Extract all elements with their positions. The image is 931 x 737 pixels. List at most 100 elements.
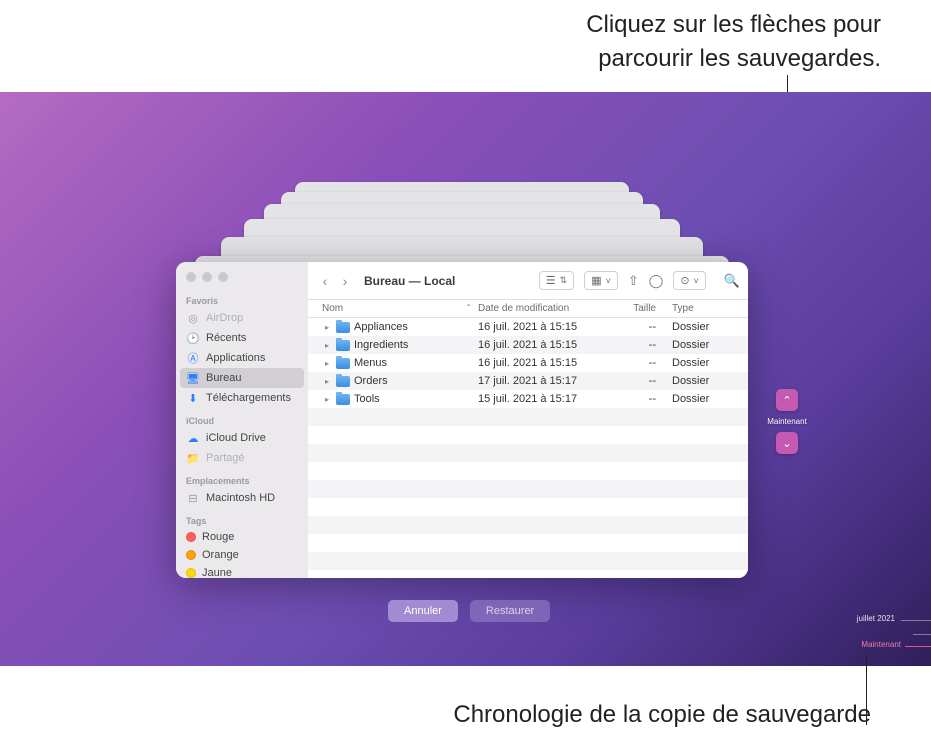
tag-button[interactable]: ◯ xyxy=(649,273,664,289)
sidebar-item-icloud-drive[interactable]: ☁ iCloud Drive xyxy=(176,428,308,448)
desktop-icon: 🖥 xyxy=(186,371,200,385)
back-button[interactable]: ‹ xyxy=(316,272,334,290)
sidebar: Favoris ◎ AirDrop 🕑 Récents Ⓐ Applicatio… xyxy=(176,262,308,578)
previous-backup-button[interactable]: ⌃ xyxy=(776,389,798,411)
row-date: 16 juil. 2021 à 15:15 xyxy=(478,339,608,351)
clock-icon: 🕑 xyxy=(186,331,200,345)
backup-timeline[interactable]: juillet 2021 Maintenant xyxy=(861,602,931,652)
tag-icon: ◯ xyxy=(649,273,664,289)
table-row[interactable]: ▸Appliances 16 juil. 2021 à 15:15 -- Dos… xyxy=(308,318,748,336)
close-button[interactable] xyxy=(186,272,196,282)
row-size: -- xyxy=(608,321,664,333)
row-type: Dossier xyxy=(664,357,748,369)
cloud-icon: ☁ xyxy=(186,431,200,445)
sidebar-item-bureau[interactable]: 🖥 Bureau xyxy=(180,368,304,388)
table-row[interactable]: ▸Tools 15 juil. 2021 à 15:17 -- Dossier xyxy=(308,390,748,408)
search-icon: 🔍 xyxy=(724,273,740,289)
disclosure-icon[interactable]: ▸ xyxy=(322,377,332,386)
toolbar-nav: ‹ › xyxy=(316,272,354,290)
disclosure-icon[interactable]: ▸ xyxy=(322,359,332,368)
row-size: -- xyxy=(608,375,664,387)
cancel-button[interactable]: Annuler xyxy=(388,600,458,622)
airdrop-icon: ◎ xyxy=(186,311,200,325)
applications-icon: Ⓐ xyxy=(186,351,200,365)
sidebar-item-label: Jaune xyxy=(202,567,232,578)
toolbar: ‹ › Bureau — Local ☰ ⇅ ▦ ˅ ⇧ xyxy=(308,262,748,300)
row-size: -- xyxy=(608,393,664,405)
list-body: ▸Appliances 16 juil. 2021 à 15:15 -- Dos… xyxy=(308,318,748,578)
maximize-button[interactable] xyxy=(218,272,228,282)
empty-row xyxy=(308,552,748,570)
empty-row xyxy=(308,480,748,498)
chevron-down-icon: ˅ xyxy=(606,276,611,286)
next-backup-button[interactable]: ⌄ xyxy=(776,432,798,454)
empty-row xyxy=(308,498,748,516)
share-icon: ⇧ xyxy=(628,273,639,289)
timeline-tick xyxy=(913,634,931,635)
timeline-tick xyxy=(901,620,931,621)
restore-button[interactable]: Restaurer xyxy=(470,600,550,622)
empty-rows xyxy=(308,408,748,570)
timeline-month-label: juillet 2021 xyxy=(857,614,895,623)
row-type: Dossier xyxy=(664,339,748,351)
sidebar-item-applications[interactable]: Ⓐ Applications xyxy=(176,348,308,368)
traffic-lights xyxy=(176,268,308,290)
column-header-date[interactable]: Date de modification xyxy=(478,303,608,314)
table-row[interactable]: ▸Ingredients 16 juil. 2021 à 15:15 -- Do… xyxy=(308,336,748,354)
sidebar-item-macintosh-hd[interactable]: ⊟ Macintosh HD xyxy=(176,488,308,508)
folder-icon xyxy=(336,322,350,333)
caption-top: Cliquez sur les flèches pour parcourir l… xyxy=(0,8,881,75)
sidebar-item-label: Récents xyxy=(206,332,246,344)
sidebar-heading-favorites: Favoris xyxy=(176,292,308,308)
sidebar-item-tag-yellow[interactable]: Jaune xyxy=(176,564,308,578)
chevron-down-icon: ⌄ xyxy=(782,437,791,450)
sidebar-item-shared[interactable]: 📁 Partagé xyxy=(176,448,308,468)
minimize-button[interactable] xyxy=(202,272,212,282)
sidebar-item-label: Rouge xyxy=(202,531,234,543)
row-size: -- xyxy=(608,357,664,369)
folder-icon xyxy=(336,394,350,405)
forward-button[interactable]: › xyxy=(336,272,354,290)
sidebar-item-airdrop[interactable]: ◎ AirDrop xyxy=(176,308,308,328)
sidebar-heading-icloud: iCloud xyxy=(176,412,308,428)
desktop-background: Favoris ◎ AirDrop 🕑 Récents Ⓐ Applicatio… xyxy=(0,92,931,666)
sidebar-item-tag-red[interactable]: Rouge xyxy=(176,528,308,546)
share-button[interactable]: ⇧ xyxy=(628,273,639,289)
search-button[interactable]: 🔍 xyxy=(724,273,740,289)
sidebar-item-label: AirDrop xyxy=(206,312,243,324)
sidebar-item-downloads[interactable]: ⬇ Téléchargements xyxy=(176,388,308,408)
view-group-button[interactable]: ☰ ⇅ xyxy=(539,271,574,290)
sidebar-item-recents[interactable]: 🕑 Récents xyxy=(176,328,308,348)
disclosure-icon[interactable]: ▸ xyxy=(322,341,332,350)
grid-icon: ▦ xyxy=(591,274,601,287)
column-header-name[interactable]: Nom ⌃ xyxy=(308,303,478,314)
shared-icon: 📁 xyxy=(186,451,200,465)
row-type: Dossier xyxy=(664,321,748,333)
sidebar-item-label: Applications xyxy=(206,352,265,364)
finder-window: Favoris ◎ AirDrop 🕑 Récents Ⓐ Applicatio… xyxy=(176,262,748,578)
disclosure-icon[interactable]: ▸ xyxy=(322,395,332,404)
action-bar: Annuler Restaurer xyxy=(388,600,550,622)
sidebar-item-label: Partagé xyxy=(206,452,245,464)
table-row[interactable]: ▸Orders 17 juil. 2021 à 15:17 -- Dossier xyxy=(308,372,748,390)
row-name: Menus xyxy=(354,357,387,369)
action-menu-button[interactable]: ⊙ ˅ xyxy=(673,271,705,290)
window-title: Bureau — Local xyxy=(360,274,533,288)
column-header-type[interactable]: Type xyxy=(664,303,748,314)
sidebar-item-tag-orange[interactable]: Orange xyxy=(176,546,308,564)
tag-dot-red xyxy=(186,532,196,542)
sidebar-item-label: Orange xyxy=(202,549,239,561)
downloads-icon: ⬇ xyxy=(186,391,200,405)
view-options-button[interactable]: ▦ ˅ xyxy=(584,271,618,290)
sidebar-item-label: Téléchargements xyxy=(206,392,291,404)
empty-row xyxy=(308,426,748,444)
callout-line-bottom xyxy=(866,655,867,725)
disclosure-icon[interactable]: ▸ xyxy=(322,323,332,332)
chevron-down-icon: ˅ xyxy=(694,276,699,286)
row-type: Dossier xyxy=(664,375,748,387)
sidebar-section-favorites: Favoris ◎ AirDrop 🕑 Récents Ⓐ Applicatio… xyxy=(176,290,308,410)
row-name: Ingredients xyxy=(354,339,408,351)
table-row[interactable]: ▸ Menus 16 juil. 2021 à 15:15 -- Dossier xyxy=(308,354,748,372)
row-date: 16 juil. 2021 à 15:15 xyxy=(478,357,608,369)
column-header-size[interactable]: Taille xyxy=(608,303,664,314)
